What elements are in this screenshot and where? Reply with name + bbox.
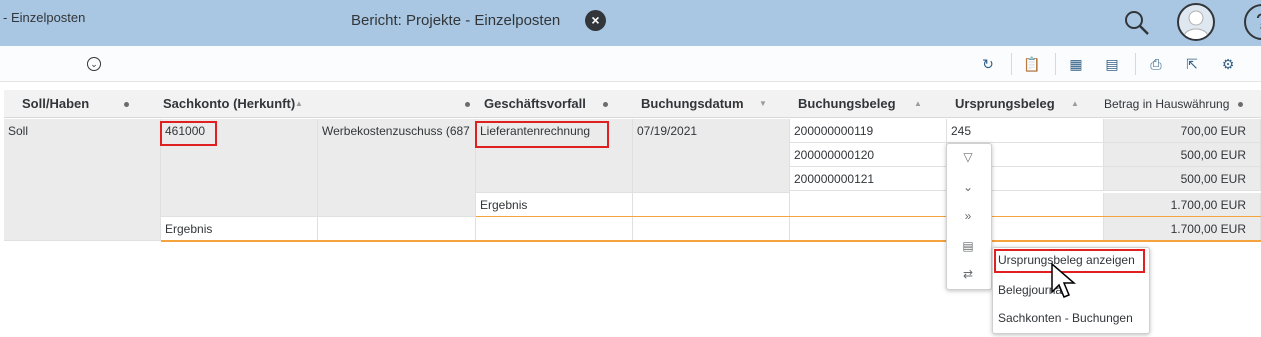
search-icon[interactable] [1124, 10, 1150, 36]
shell-bar [0, 0, 1261, 46]
cell-sachkonto-text: Werbekostenzuschuss (687 [318, 119, 476, 217]
clipboard-icon[interactable]: 📋 [1023, 55, 1041, 73]
settings-icon[interactable]: ⚙ [1219, 55, 1237, 73]
cell-buchungsdatum: 07/19/2021 [633, 119, 790, 193]
collapse-icon[interactable]: ⌄ [960, 179, 976, 195]
sort-asc-icon: ▲ [914, 99, 922, 108]
empty-cell [790, 193, 947, 217]
total-value: 1.700,00 EUR [1104, 217, 1261, 241]
sort-asc-icon: ▲ [1071, 99, 1079, 108]
dot-icon [465, 102, 470, 107]
cell-betrag: 500,00 EUR [1104, 143, 1261, 167]
total-divider [161, 240, 1261, 242]
export-icon[interactable]: ⇱ [1183, 55, 1201, 73]
menu-item-sachkonten-buchungen[interactable]: Sachkonten - Buchungen [998, 311, 1133, 325]
expand-icon[interactable]: » [960, 208, 976, 224]
avatar[interactable] [1177, 3, 1215, 41]
empty-cell [318, 217, 476, 241]
column-header-soll-haben[interactable]: Soll/Haben [4, 90, 159, 118]
column-header-geschaeftsvorfall[interactable]: Geschäftsvorfall [476, 90, 633, 118]
column-header-ursprungsbeleg[interactable]: Ursprungsbeleg ▲ [947, 90, 1104, 118]
cell-buchungsbeleg[interactable]: 200000000120 [790, 143, 947, 167]
empty-cell [476, 217, 633, 241]
chevron-down-icon[interactable]: ⌄ [87, 57, 101, 71]
column-header-buchungsbeleg[interactable]: Buchungsbeleg ▲ [790, 90, 947, 118]
table-icon[interactable]: ▦ [1067, 55, 1085, 73]
sort-asc-icon: ▲ [295, 99, 303, 108]
page-title: Bericht: Projekte - Einzelposten [351, 12, 561, 29]
header-label: Betrag in Hauswährung [1104, 97, 1230, 111]
cell-soll-haben: Soll [4, 119, 161, 241]
dot-icon [124, 102, 129, 107]
subtotal-label: Ergebnis [476, 193, 633, 217]
clipboard-icon[interactable]: ▤ [960, 238, 976, 254]
header-label: Ursprungsbeleg [955, 96, 1055, 111]
variant-title: - Einzelposten [3, 10, 86, 25]
close-icon[interactable]: × [585, 10, 606, 31]
refresh-icon[interactable]: ↻ [979, 55, 997, 73]
header-label: Soll/Haben [22, 96, 90, 111]
column-header-sachkonto[interactable]: Sachkonto (Herkunft) ▲ [159, 90, 476, 118]
dot-icon [1238, 102, 1243, 107]
total-label: Ergebnis [161, 217, 318, 241]
table-settings-icon[interactable]: ▤ [1103, 55, 1121, 73]
cell-ursprungsbeleg[interactable]: 245 [947, 119, 1104, 143]
header-label: Sachkonto (Herkunft) [163, 96, 296, 111]
empty-cell [633, 193, 790, 217]
toolbar-divider [1055, 53, 1056, 75]
header-label: Geschäftsvorfall [484, 96, 586, 111]
cell-buchungsbeleg[interactable]: 200000000121 [790, 167, 947, 191]
empty-cell [633, 217, 790, 241]
sort-desc-icon: ▼ [759, 99, 767, 108]
cell-buchungsbeleg[interactable]: 200000000119 [790, 119, 947, 143]
highlight-sachkonto [160, 121, 217, 146]
print-icon[interactable]: ⎙ [1147, 55, 1165, 73]
mouse-cursor-icon [1051, 262, 1077, 298]
filter-icon[interactable]: ▽ [960, 149, 976, 165]
cell-betrag: 700,00 EUR [1104, 119, 1261, 143]
subtotal-value: 1.700,00 EUR [1104, 193, 1261, 217]
dot-icon [603, 102, 608, 107]
column-header-betrag[interactable]: Betrag in Hauswährung [1104, 90, 1261, 118]
empty-cell [790, 217, 947, 241]
header-label: Buchungsbeleg [798, 96, 896, 111]
highlight-geschaeftsvorfall [475, 121, 609, 148]
header-label: Buchungsdatum [641, 96, 744, 111]
navigate-icon[interactable]: ⇄ [960, 266, 976, 282]
toolbar-divider [1011, 53, 1012, 75]
column-header-buchungsdatum[interactable]: Buchungsdatum ▼ [633, 90, 790, 118]
cell-betrag: 500,00 EUR [1104, 167, 1261, 191]
toolbar-divider [1135, 53, 1136, 75]
